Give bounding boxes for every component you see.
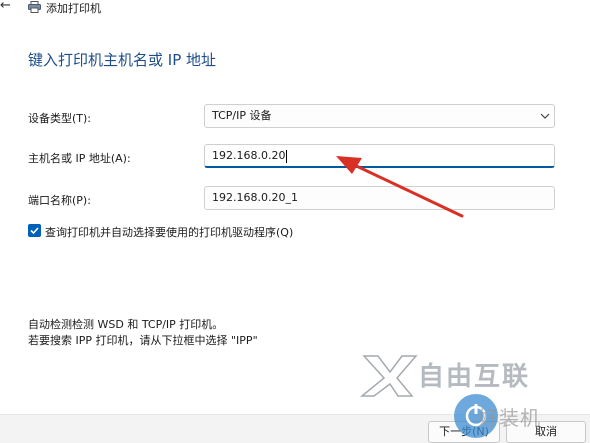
port-name-value: 192.168.0.20_1 — [212, 191, 298, 204]
printer-icon — [28, 1, 41, 13]
next-button[interactable]: 下一步(N) — [428, 421, 500, 443]
device-type-label: 设备类型(T): — [28, 112, 92, 125]
footer-bar — [0, 415, 590, 443]
annotation-arrow-icon — [336, 156, 464, 218]
hostname-label: 主机名或 IP 地址(A): — [28, 152, 131, 165]
back-arrow-icon[interactable]: ← — [0, 0, 11, 13]
auto-select-driver-label[interactable]: 查询打印机并自动选择要使用的打印机驱动程序(Q) — [45, 224, 293, 240]
device-type-select[interactable]: TCP/IP 设备 — [204, 104, 555, 128]
auto-select-driver-checkbox[interactable] — [28, 224, 41, 237]
port-name-label: 端口名称(P): — [28, 194, 91, 207]
device-type-value: TCP/IP 设备 — [212, 109, 272, 122]
info-text-line1: 自动检测检测 WSD 和 TCP/IP 打印机。 — [28, 318, 224, 331]
info-text-line2: 若要搜索 IPP 打印机，请从下拉框中选择 "IPP" — [28, 334, 258, 347]
hostname-value: 192.168.0.20 — [212, 149, 286, 162]
page-heading: 键入打印机主机名或 IP 地址 — [28, 51, 217, 69]
watermark-logo-icon — [360, 355, 418, 397]
cancel-button[interactable]: 取消 — [506, 421, 586, 443]
text-caret — [286, 149, 288, 163]
add-printer-window: ← 添加打印机 键入打印机主机名或 IP 地址 设备类型(T): TCP/IP … — [0, 0, 590, 443]
title-bar: ← 添加打印机 — [0, 0, 590, 18]
checkmark-icon — [30, 227, 39, 235]
chevron-down-icon — [540, 113, 550, 119]
watermark-brand: 自由互联 — [418, 362, 531, 392]
window-title: 添加打印机 — [46, 2, 101, 15]
